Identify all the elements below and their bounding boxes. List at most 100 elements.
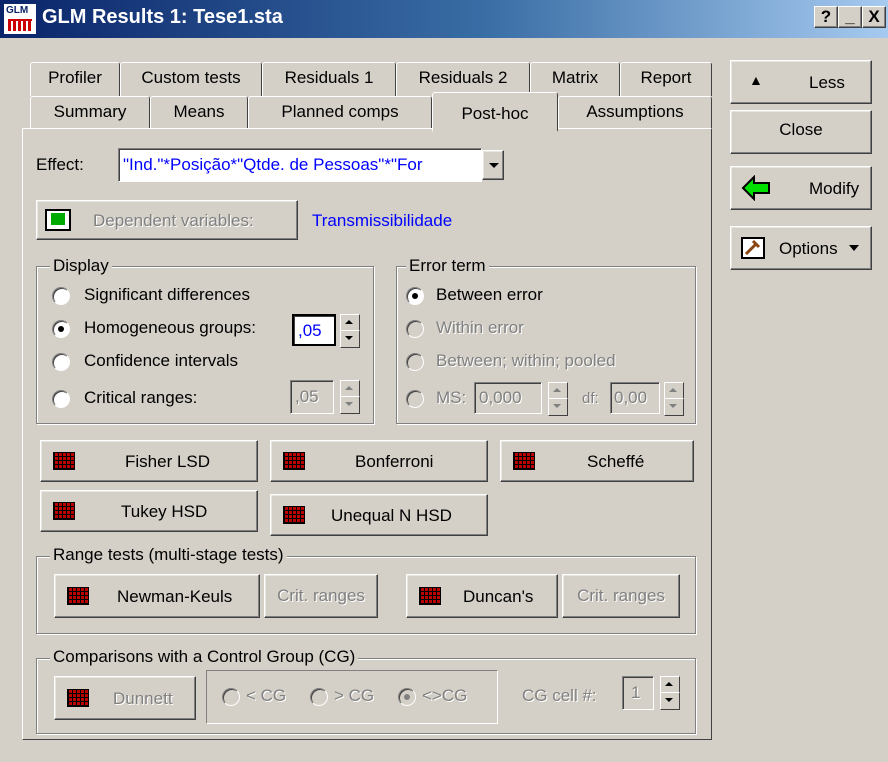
ms-stepper[interactable] (548, 382, 568, 416)
duncan-button[interactable]: Duncan's (406, 574, 558, 618)
radio-ms[interactable] (406, 390, 424, 408)
duncan-label: Duncan's (463, 587, 534, 606)
critical-ranges-alpha-value: ,05 (295, 387, 319, 406)
cg-cell-stepper[interactable] (660, 676, 680, 710)
between-error-label: Between error (436, 285, 543, 304)
table-icon (53, 502, 75, 520)
cg-cell-input[interactable]: 1 (622, 676, 654, 710)
tukey-hsd-button[interactable]: Tukey HSD (40, 490, 258, 532)
tab-matrix[interactable]: Matrix (530, 62, 620, 96)
less-button[interactable]: ▲ Less (730, 60, 872, 104)
dependent-variables-label: Dependent variables: (93, 211, 254, 230)
table-icon (513, 452, 535, 470)
tab-report[interactable]: Report (620, 62, 712, 96)
table-icon (67, 587, 89, 605)
homogeneous-alpha-value: ,05 (298, 321, 322, 340)
app-icon-label: GLM (6, 5, 29, 16)
tab-custom-tests[interactable]: Custom tests (120, 62, 262, 96)
window-title: GLM Results 1: Tese1.sta (42, 6, 283, 28)
radio-significant-differences[interactable] (52, 287, 70, 305)
bonferroni-button[interactable]: Bonferroni (270, 440, 488, 482)
close-window-button[interactable]: X (862, 6, 886, 28)
options-label: Options (779, 239, 838, 258)
confidence-intervals-label: Confidence intervals (84, 351, 239, 370)
newman-keuls-label: Newman-Keuls (117, 587, 233, 606)
range-tests-group-title: Range tests (multi-stage tests) (50, 545, 287, 565)
tab-planned-comps[interactable]: Planned comps (248, 96, 432, 130)
dependent-variables-button[interactable]: Dependent variables: (36, 200, 298, 240)
less-than-cg-label: < CG (246, 686, 287, 705)
cg-cell-value: 1 (631, 683, 641, 702)
error-term-group-title: Error term (406, 256, 489, 276)
scheffe-button[interactable]: Scheffé (500, 440, 694, 482)
table-icon (283, 452, 305, 470)
tukey-hsd-label: Tukey HSD (121, 502, 208, 521)
radio-between-error[interactable] (406, 287, 424, 305)
crit-ranges-newman-button[interactable]: Crit. ranges (264, 574, 378, 618)
tab-means[interactable]: Means (150, 96, 248, 130)
radio-less-than-cg[interactable] (222, 688, 240, 706)
fisher-lsd-label: Fisher LSD (125, 452, 211, 471)
crit-ranges-duncan-button[interactable]: Crit. ranges (562, 574, 680, 618)
cg-cell-label: CG cell #: (522, 686, 597, 705)
tab-residuals-1[interactable]: Residuals 1 (262, 62, 396, 96)
modify-button[interactable]: Modify (730, 166, 872, 210)
homogeneous-groups-label: Homogeneous groups: (84, 318, 257, 337)
radio-within-error[interactable] (406, 320, 424, 338)
df-stepper[interactable] (664, 382, 684, 416)
green-arrow-left-icon (741, 175, 770, 201)
tab-profiler[interactable]: Profiler (30, 62, 120, 96)
critical-ranges-alpha-input[interactable]: ,05 (290, 380, 334, 414)
tab-assumptions[interactable]: Assumptions (558, 96, 712, 130)
effect-select[interactable]: "Ind."*Posição*"Qtde. de Pessoas"*"For (118, 148, 482, 182)
homogeneous-alpha-stepper[interactable] (340, 314, 360, 348)
radio-not-equal-cg[interactable] (398, 688, 416, 706)
less-label: Less (809, 73, 845, 92)
collapse-arrow-icon: ▲ (749, 72, 763, 88)
radio-confidence-intervals[interactable] (52, 353, 70, 371)
glm-app-icon[interactable]: GLM (4, 4, 36, 34)
radio-homogeneous-groups[interactable] (52, 320, 70, 338)
effect-dropdown-button[interactable] (482, 150, 504, 180)
bonferroni-label: Bonferroni (355, 452, 434, 471)
significant-differences-label: Significant differences (84, 285, 251, 304)
df-label: df: (582, 390, 599, 407)
radio-between-within-pooled[interactable] (406, 353, 424, 371)
options-wrench-icon (741, 237, 765, 259)
critical-ranges-stepper[interactable] (340, 380, 360, 414)
modify-label: Modify (809, 179, 860, 198)
not-equal-cg-label: <>CG (422, 686, 468, 705)
effect-label: Effect: (36, 155, 84, 174)
radio-greater-than-cg[interactable] (310, 688, 328, 706)
dunnett-button[interactable]: Dunnett (54, 676, 196, 720)
newman-keuls-button[interactable]: Newman-Keuls (54, 574, 260, 618)
minimize-button[interactable]: _ (838, 6, 862, 28)
control-group-title: Comparisons with a Control Group (CG) (50, 647, 359, 667)
unequal-n-hsd-label: Unequal N HSD (331, 506, 452, 525)
chevron-down-icon (849, 245, 859, 251)
ms-label: MS: (436, 388, 467, 407)
table-icon (53, 452, 75, 470)
dependent-variable-value: Transmissibilidade (312, 211, 453, 230)
effect-value: "Ind."*Posição*"Qtde. de Pessoas"*"For (123, 155, 423, 174)
radio-critical-ranges[interactable] (52, 390, 70, 408)
variables-icon (45, 209, 71, 231)
table-icon (283, 506, 305, 524)
chevron-down-icon (489, 163, 499, 168)
tab-residuals-2[interactable]: Residuals 2 (396, 62, 530, 96)
df-value: 0,00 (614, 388, 648, 407)
scheffe-label: Scheffé (587, 452, 645, 471)
tab-post-hoc[interactable]: Post-hoc (432, 92, 558, 132)
help-button[interactable]: ? (814, 6, 838, 28)
ms-input[interactable]: 0,000 (474, 382, 542, 414)
app-icon-graphic (8, 19, 32, 31)
unequal-n-hsd-button[interactable]: Unequal N HSD (270, 494, 488, 536)
dunnett-label: Dunnett (113, 689, 173, 708)
display-group-title: Display (50, 256, 112, 276)
df-input[interactable]: 0,00 (610, 382, 660, 414)
tab-summary[interactable]: Summary (30, 96, 150, 130)
close-button[interactable]: Close (730, 110, 872, 154)
options-button[interactable]: Options (730, 226, 872, 270)
fisher-lsd-button[interactable]: Fisher LSD (40, 440, 258, 482)
homogeneous-alpha-input[interactable]: ,05 (292, 314, 336, 346)
